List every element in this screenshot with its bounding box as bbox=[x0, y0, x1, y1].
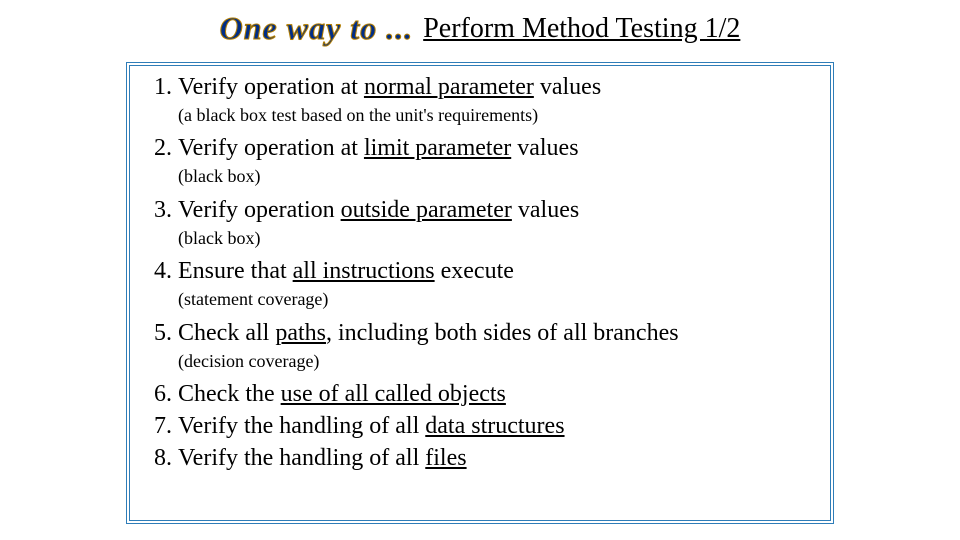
list-item: Check the use of all called objects bbox=[178, 379, 822, 409]
item-text-a: Verify the handling of all bbox=[178, 413, 425, 439]
item-text-underline: limit parameter bbox=[364, 135, 511, 161]
item-text-a: Verify the handling of all bbox=[178, 445, 425, 471]
item-text-underline: normal parameter bbox=[364, 74, 534, 100]
list-item: Ensure that all instructions execute (st… bbox=[178, 256, 822, 311]
header-prefix-art: One way to ... bbox=[220, 10, 414, 46]
item-text-underline: use of all called objects bbox=[281, 381, 506, 407]
content-box: Verify operation at normal parameter val… bbox=[126, 62, 834, 524]
item-text-a: Check the bbox=[178, 381, 281, 407]
list-item: Verify operation at normal parameter val… bbox=[178, 72, 822, 127]
item-text-underline: all instructions bbox=[293, 258, 435, 284]
item-text-underline: outside parameter bbox=[341, 197, 512, 223]
item-note: (black box) bbox=[178, 165, 822, 188]
item-text-underline: paths bbox=[275, 320, 326, 346]
item-text-a: Check all bbox=[178, 320, 275, 346]
list-item: Verify the handling of all data structur… bbox=[178, 411, 822, 441]
item-text-underline: files bbox=[425, 445, 466, 471]
item-text-a: Verify operation at bbox=[178, 135, 364, 161]
item-text-b: , including both sides of all branches bbox=[326, 320, 679, 346]
item-note: (black box) bbox=[178, 227, 822, 250]
item-text-a: Verify operation bbox=[178, 197, 341, 223]
method-testing-list: Verify operation at normal parameter val… bbox=[138, 72, 822, 473]
item-note: (a black box test based on the unit's re… bbox=[178, 104, 822, 127]
item-text-b: execute bbox=[435, 258, 514, 284]
item-text-a: Verify operation at bbox=[178, 74, 364, 100]
item-text-b: values bbox=[534, 74, 601, 100]
item-text-b: values bbox=[511, 135, 578, 161]
slide-page: One way to ... Perform Method Testing 1/… bbox=[0, 0, 960, 540]
list-item: Verify the handling of all files bbox=[178, 443, 822, 473]
item-note: (decision coverage) bbox=[178, 350, 822, 373]
item-text-b: values bbox=[512, 197, 579, 223]
item-note: (statement coverage) bbox=[178, 288, 822, 311]
item-text-a: Ensure that bbox=[178, 258, 293, 284]
slide-title: Perform Method Testing 1/2 bbox=[423, 13, 740, 44]
list-item: Check all paths, including both sides of… bbox=[178, 318, 822, 373]
slide-header: One way to ... Perform Method Testing 1/… bbox=[0, 10, 960, 47]
list-item: Verify operation at limit parameter valu… bbox=[178, 133, 822, 188]
list-item: Verify operation outside parameter value… bbox=[178, 195, 822, 250]
item-text-underline: data structures bbox=[425, 413, 564, 439]
